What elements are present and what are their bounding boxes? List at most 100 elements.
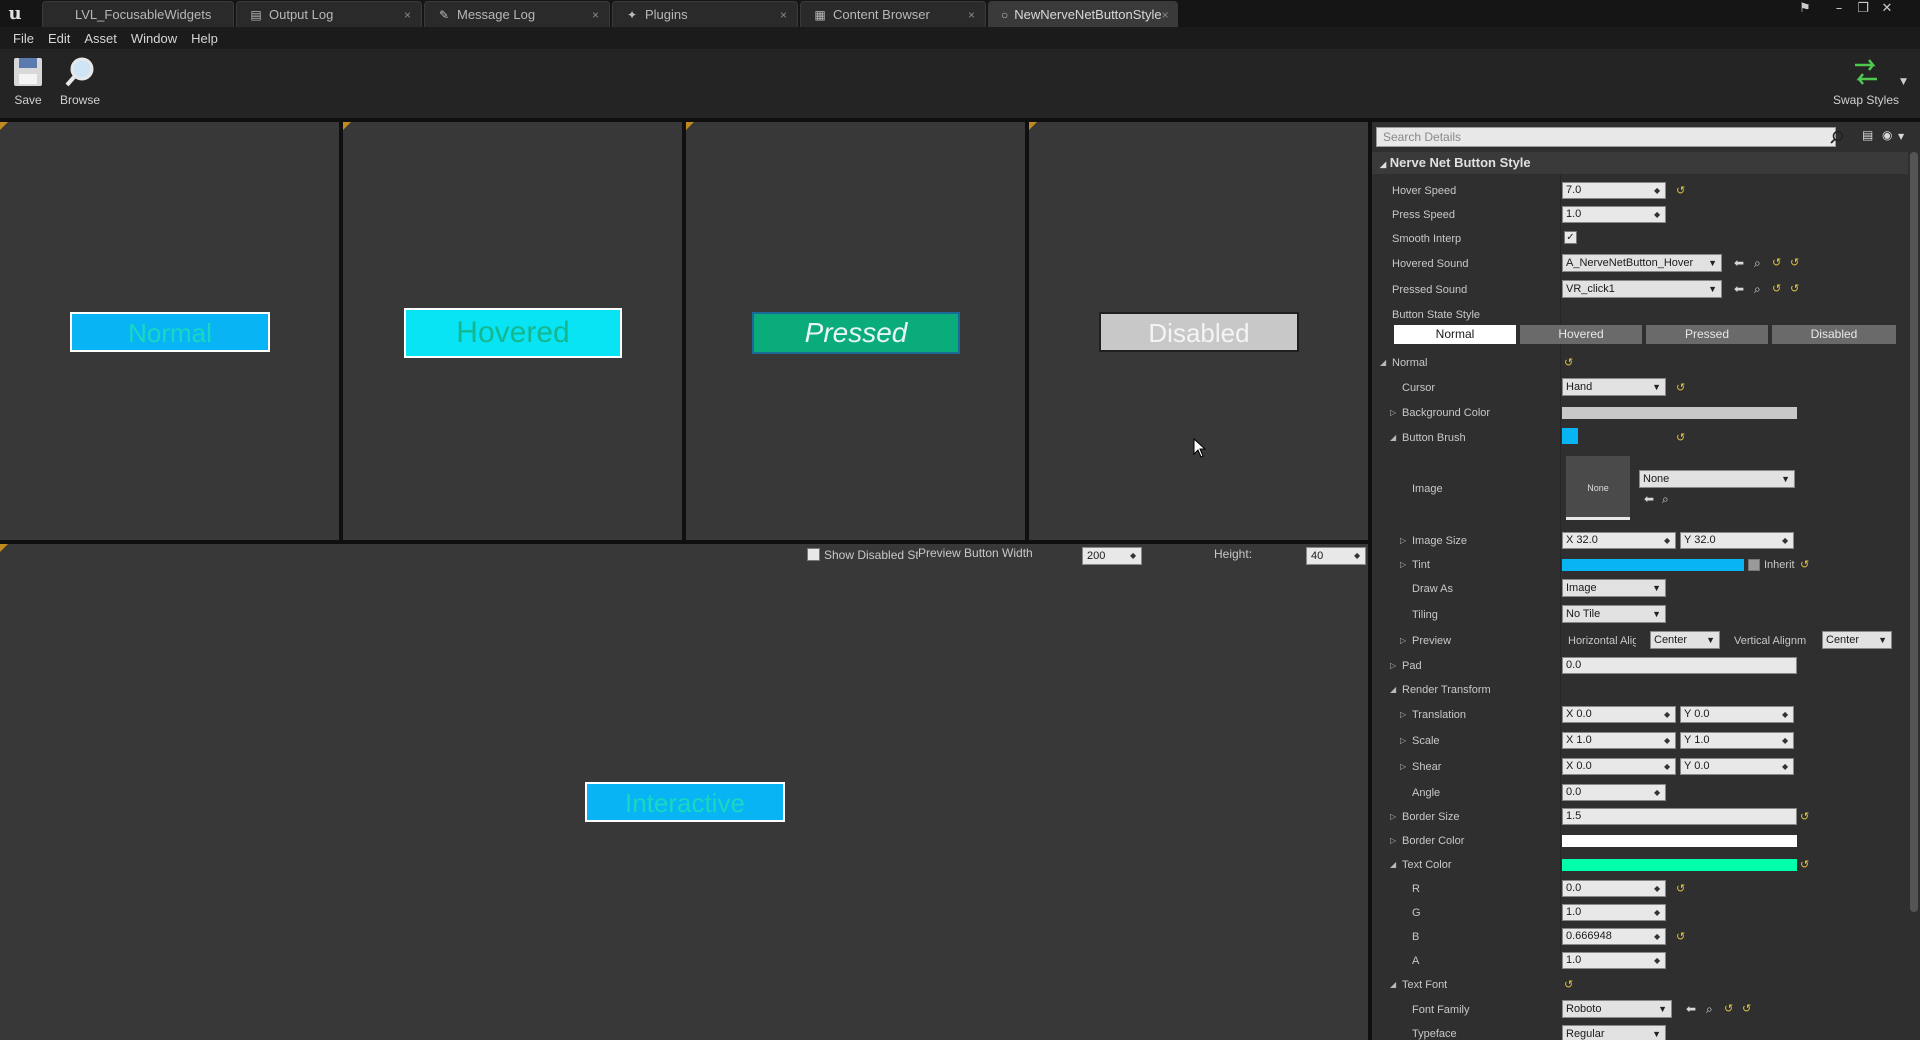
reset-to-default-icon[interactable]: ↺ [1676,381,1685,395]
save-button[interactable]: Save [0,55,56,113]
tab-lvl-focusable-widgets[interactable]: LVL_FocusableWidgets [42,1,234,27]
spin-arrows-icon[interactable]: ◆ [1664,736,1672,746]
close-icon[interactable]: × [404,8,411,22]
browse-search-icon[interactable]: ⌕ [1754,256,1761,270]
translation-x-input[interactable]: X 0.0 ◆ [1562,706,1676,723]
state-tab-hovered[interactable]: Hovered [1520,325,1642,344]
menu-window[interactable]: Window [124,31,184,46]
pad-input[interactable]: 0.0 [1562,657,1797,674]
collapse-triangle-icon[interactable]: ◢ [1390,858,1396,872]
reset-to-default-icon[interactable]: ↺ [1742,1002,1751,1016]
expand-triangle-icon[interactable]: ▷ [1400,534,1406,548]
swap-styles-button[interactable]: Swap Styles [1828,55,1904,113]
reset-to-default-icon[interactable]: ↺ [1564,356,1573,370]
reset-to-default-icon[interactable]: ↺ [1676,930,1685,944]
reset-to-default-icon[interactable]: ↺ [1676,431,1685,445]
browse-search-icon[interactable]: ⌕ [1706,1002,1713,1016]
use-selected-arrow-icon[interactable]: ⬅ [1734,282,1744,296]
collapse-triangle-icon[interactable]: ◢ [1380,356,1386,370]
menu-edit[interactable]: Edit [41,31,77,46]
smooth-interp-checkbox[interactable]: ✓ [1564,231,1577,244]
close-icon[interactable]: × [968,8,975,22]
scale-x-input[interactable]: X 1.0 ◆ [1562,732,1676,749]
close-icon[interactable]: × [1162,8,1169,22]
spin-arrows-icon[interactable]: ◆ [1664,762,1672,772]
state-tab-normal[interactable]: Normal [1394,325,1516,344]
close-window-icon[interactable]: ✕ [1876,0,1898,20]
spin-arrows-icon[interactable]: ◆ [1654,932,1662,942]
state-tab-pressed[interactable]: Pressed [1646,325,1768,344]
column-divider[interactable] [1560,174,1561,954]
spin-arrows-icon[interactable]: ◆ [1654,884,1662,894]
spin-arrows-icon[interactable]: ◆ [1130,551,1138,561]
b-input[interactable]: 0.666948 ◆ [1562,928,1666,945]
feedback-icon[interactable]: ⚑ [1794,0,1816,20]
collapse-triangle-icon[interactable]: ◢ [1390,683,1396,697]
use-selected-arrow-icon[interactable]: ⬅ [1686,1002,1696,1016]
hover-speed-input[interactable]: 7.0 ◆ [1562,182,1666,199]
reset-to-default-icon[interactable]: ↺ [1564,978,1573,992]
reset-to-default-icon[interactable]: ↺ [1790,282,1799,296]
translation-y-input[interactable]: Y 0.0 ◆ [1680,706,1794,723]
chevron-down-icon[interactable]: ▼ [1898,130,1904,144]
tiling-dropdown[interactable]: No Tile ▼ [1562,605,1666,623]
shear-y-input[interactable]: Y 0.0 ◆ [1680,758,1794,775]
scale-y-input[interactable]: Y 1.0 ◆ [1680,732,1794,749]
image-thumbnail[interactable]: None [1566,456,1630,520]
reset-to-default-icon[interactable]: ↺ [1800,858,1809,872]
menu-help[interactable]: Help [184,31,225,46]
category-header[interactable]: ◢ Nerve Net Button Style [1372,152,1908,174]
horizontal-alignment-dropdown[interactable]: Center ▼ [1650,631,1720,649]
image-size-y-input[interactable]: Y 32.0 ◆ [1680,532,1794,549]
spin-arrows-icon[interactable]: ◆ [1782,536,1790,546]
search-details-input[interactable]: Search Details [1376,127,1836,147]
cursor-dropdown[interactable]: Hand ▼ [1562,378,1666,396]
reset-to-default-icon[interactable]: ↺ [1772,256,1781,270]
tab-content-browser[interactable]: ▦ Content Browser × [800,1,986,27]
spin-arrows-icon[interactable]: ◆ [1654,788,1662,798]
expand-triangle-icon[interactable]: ▷ [1400,734,1406,748]
details-scrollbar[interactable] [1910,152,1918,912]
collapse-triangle-icon[interactable]: ◢ [1390,431,1396,445]
browse-search-icon[interactable]: ⌕ [1754,282,1761,296]
expand-triangle-icon[interactable]: ▷ [1390,659,1396,673]
browse-search-icon[interactable]: ⌕ [1662,492,1669,506]
draw-as-dropdown[interactable]: Image ▼ [1562,579,1666,597]
spin-arrows-icon[interactable]: ◆ [1654,210,1662,220]
a-input[interactable]: 1.0 ◆ [1562,952,1666,969]
reset-to-default-icon[interactable]: ↺ [1800,810,1809,824]
spin-arrows-icon[interactable]: ◆ [1782,762,1790,772]
spin-arrows-icon[interactable]: ◆ [1354,551,1362,561]
reset-to-default-icon[interactable]: ↺ [1676,184,1685,198]
restore-icon[interactable]: ❐ [1852,0,1874,20]
chevron-down-icon[interactable]: ▼ [1900,77,1907,87]
text-color-swatch[interactable] [1562,859,1797,871]
expand-triangle-icon[interactable]: ▷ [1400,558,1406,572]
unreal-logo-icon[interactable]: u [4,3,26,25]
use-selected-arrow-icon[interactable]: ⬅ [1644,492,1654,506]
tab-message-log[interactable]: ✎ Message Log × [424,1,610,27]
expand-triangle-icon[interactable]: ▷ [1390,406,1396,420]
background-color-swatch[interactable] [1562,407,1797,419]
shear-x-input[interactable]: X 0.0 ◆ [1562,758,1676,775]
minimize-icon[interactable]: – [1828,0,1850,20]
spin-arrows-icon[interactable]: ◆ [1664,536,1672,546]
menu-asset[interactable]: Asset [77,31,124,46]
expand-triangle-icon[interactable]: ▷ [1390,810,1396,824]
state-tab-disabled[interactable]: Disabled [1772,325,1896,344]
typeface-dropdown[interactable]: Regular ▼ [1562,1025,1666,1040]
expand-triangle-icon[interactable]: ▷ [1400,708,1406,722]
interactive-preview-button[interactable]: Interactive [585,782,785,822]
spin-arrows-icon[interactable]: ◆ [1654,186,1662,196]
reset-to-default-icon[interactable]: ↺ [1676,882,1685,896]
spin-arrows-icon[interactable]: ◆ [1654,908,1662,918]
spin-arrows-icon[interactable]: ◆ [1664,710,1672,720]
menu-file[interactable]: File [6,31,41,46]
expand-triangle-icon[interactable]: ▷ [1400,634,1406,648]
angle-input[interactable]: 0.0 ◆ [1562,784,1666,801]
spin-arrows-icon[interactable]: ◆ [1782,710,1790,720]
eye-icon[interactable]: ◉ [1882,128,1892,142]
hovered-sound-dropdown[interactable]: A_NerveNetButton_Hover ▼ [1562,254,1722,272]
g-input[interactable]: 1.0 ◆ [1562,904,1666,921]
reset-to-default-icon[interactable]: ↺ [1724,1002,1733,1016]
